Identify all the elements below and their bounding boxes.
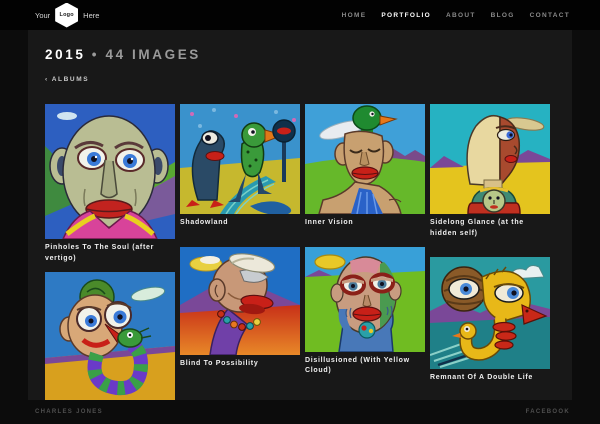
- hexagon-logo-icon: Logo: [55, 3, 78, 28]
- top-header: Your Logo Here HOME PORTFOLIO ABOUT BLOG…: [0, 0, 600, 30]
- image-caption: Shadowland: [180, 218, 300, 229]
- gallery-column-2: Shadowland: [180, 104, 300, 369]
- nav-about[interactable]: ABOUT: [446, 12, 476, 19]
- album-year: 2015: [45, 47, 85, 62]
- site-logo[interactable]: Your Logo Here: [35, 3, 99, 28]
- gallery-item-remnant[interactable]: Remnant Of A Double Life: [430, 257, 550, 384]
- logo-word-mid: Logo: [60, 12, 74, 18]
- logo-word-right: Here: [83, 11, 99, 20]
- painting-shadowland: [180, 104, 300, 214]
- footer-facebook-link[interactable]: FACEBOOK: [526, 409, 570, 415]
- albums-back-label: ALBUMS: [52, 76, 89, 83]
- footer-site-owner: CHARLES JONES: [35, 409, 103, 415]
- gallery-column-1: Pinholes To The Soul (after vertigo): [45, 104, 175, 400]
- painting-pinholes-to-the-soul: [45, 104, 175, 239]
- page-footer: CHARLES JONES FACEBOOK: [0, 400, 600, 424]
- image-caption: Remnant Of A Double Life: [430, 373, 550, 384]
- gallery-item-disillusioned[interactable]: Disillusioned (With Yellow Cloud): [305, 247, 425, 377]
- gallery-item-pinholes[interactable]: Pinholes To The Soul (after vertigo): [45, 104, 175, 264]
- painting-snake-neck-face: [45, 272, 175, 400]
- main-nav: HOME PORTFOLIO ABOUT BLOG CONTACT: [342, 12, 570, 19]
- gallery-item-sidelong-glance[interactable]: Sidelong Glance (at the hidden self): [430, 104, 550, 239]
- nav-blog[interactable]: BLOG: [491, 12, 515, 19]
- content-panel: 2015 • 44 IMAGES ‹ALBUMS: [28, 30, 572, 400]
- gallery-column-4: Sidelong Glance (at the hidden self): [430, 104, 550, 384]
- nav-contact[interactable]: CONTACT: [530, 12, 570, 19]
- image-caption: Pinholes To The Soul (after vertigo): [45, 243, 175, 264]
- gallery-item-shadowland[interactable]: Shadowland: [180, 104, 300, 229]
- gallery-item-blind-to-possibility[interactable]: Blind To Possibility: [180, 247, 300, 370]
- image-caption: Disillusioned (With Yellow Cloud): [305, 356, 425, 377]
- image-caption: Inner Vision: [305, 218, 425, 229]
- logo-word-left: Your: [35, 11, 50, 20]
- gallery-grid: Pinholes To The Soul (after vertigo): [45, 104, 555, 400]
- page-title: 2015 • 44 IMAGES: [45, 47, 555, 62]
- gallery-item-snake-portrait[interactable]: [45, 272, 175, 400]
- painting-sidelong-glance: [430, 104, 550, 214]
- painting-inner-vision: [305, 104, 425, 214]
- gallery-column-3: Inner Vision: [305, 104, 425, 377]
- painting-disillusioned: [305, 247, 425, 352]
- painting-blind-to-possibility: [180, 247, 300, 355]
- gallery-item-inner-vision[interactable]: Inner Vision: [305, 104, 425, 229]
- image-count: 44 IMAGES: [105, 47, 200, 62]
- nav-home[interactable]: HOME: [342, 12, 367, 19]
- painting-remnant-of-a-double-life: [430, 257, 550, 369]
- nav-portfolio[interactable]: PORTFOLIO: [381, 12, 431, 19]
- image-caption: Sidelong Glance (at the hidden self): [430, 218, 550, 239]
- albums-back-link[interactable]: ‹ALBUMS: [45, 76, 89, 83]
- chevron-left-icon: ‹: [45, 76, 49, 83]
- title-separator: •: [92, 47, 99, 62]
- image-caption: Blind To Possibility: [180, 359, 300, 370]
